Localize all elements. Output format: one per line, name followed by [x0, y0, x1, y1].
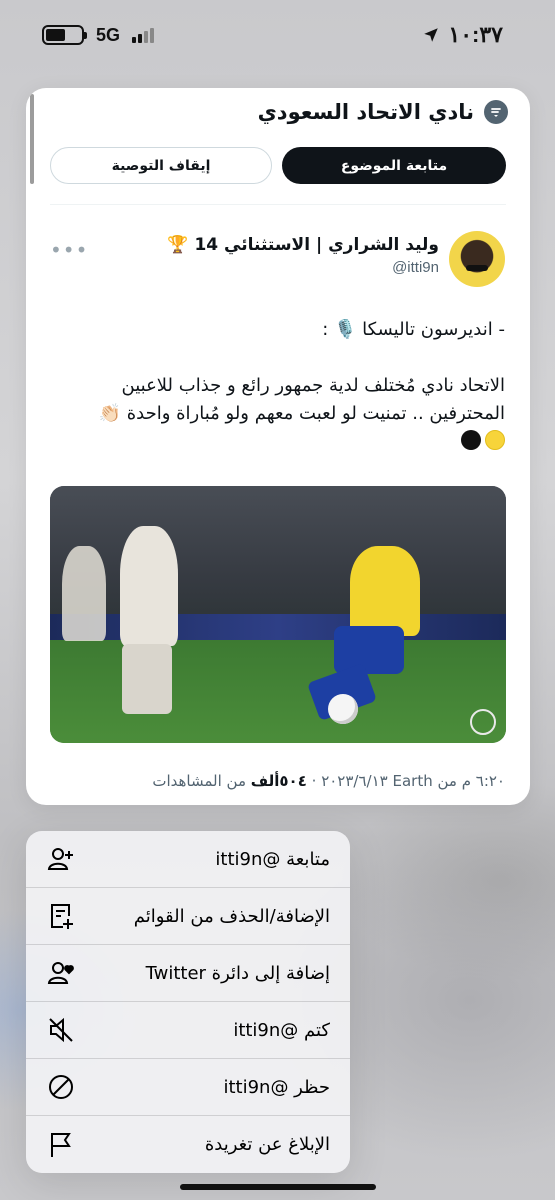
menu-label: متابعة @itti9n: [215, 848, 330, 870]
clock: ١٠:٣٧: [448, 22, 503, 47]
club-logo-icon: [470, 709, 496, 735]
menu-label: حظر @itti9n: [223, 1076, 330, 1098]
topic-actions: إيقاف التوصية متابعة الموضوع: [50, 147, 506, 184]
author-handle[interactable]: @itti9n: [167, 259, 439, 276]
tweet-line: الاتحاد نادي مُختلف لدية جمهور رائع و جذ…: [121, 375, 506, 396]
tweet-text: - انديرسون تاليسكا 🎙️ : الاتحاد نادي مُخ…: [45, 316, 505, 456]
stop-recommend-button[interactable]: إيقاف التوصية: [50, 147, 272, 184]
list-add-icon: [46, 901, 76, 931]
block-icon: [46, 1072, 76, 1102]
battery-icon: [42, 25, 87, 45]
tweet-emoji-line: [45, 428, 505, 456]
context-menu: متابعة @itti9n الإضافة/الحذف من القوائم …: [26, 831, 350, 1173]
menu-item-follow[interactable]: متابعة @itti9n: [26, 831, 350, 888]
location-arrow-icon: [424, 28, 439, 42]
tweet-line: المحترفين .. تمنيت لو لعبت معهم ولو مُبا…: [98, 403, 505, 424]
person-heart-icon: [46, 958, 76, 988]
tweet-header: وليد الشراري | الاستثنائي 14 🏆 @itti9n: [167, 231, 505, 287]
menu-item-report[interactable]: الإبلاغ عن تغريدة: [26, 1116, 350, 1173]
flag-icon: [46, 1130, 76, 1160]
menu-item-lists[interactable]: الإضافة/الحذف من القوائم: [26, 888, 350, 945]
scroll-indicator: [30, 94, 34, 184]
black-circle-icon: [461, 430, 481, 450]
yellow-circle-icon: [485, 430, 505, 450]
menu-label: إضافة إلى دائرة Twitter: [145, 962, 330, 984]
signal-icon: [132, 27, 155, 43]
home-indicator[interactable]: [180, 1184, 376, 1190]
tweet-line: - انديرسون تاليسكا 🎙️ :: [322, 319, 505, 340]
menu-item-twitter-circle[interactable]: إضافة إلى دائرة Twitter: [26, 945, 350, 1002]
views-count: ٥٠٤ألف: [250, 772, 307, 790]
menu-label: كتم @itti9n: [233, 1019, 330, 1041]
network-type: 5G: [96, 24, 121, 45]
tweet-card: نادي الاتحاد السعودي إيقاف التوصية متابع…: [26, 88, 530, 805]
more-options-icon[interactable]: •••: [50, 238, 88, 262]
mute-speaker-icon: [46, 1015, 76, 1045]
tweet-date: ٦:٢٠ م من Earth ‏٢٠٢٣/٦/١٣: [321, 772, 505, 790]
views-label: من المشاهدات: [152, 772, 246, 790]
topic-icon: [484, 100, 508, 124]
topic-header: نادي الاتحاد السعودي: [258, 100, 508, 124]
avatar[interactable]: [449, 231, 505, 287]
menu-label: الإبلاغ عن تغريدة: [204, 1134, 330, 1155]
menu-item-block[interactable]: حظر @itti9n: [26, 1059, 350, 1116]
person-plus-icon: [46, 844, 76, 874]
tweet-meta: ٦:٢٠ م من Earth ‏٢٠٢٣/٦/١٣ · ٥٠٤ألف من ا…: [152, 772, 505, 790]
menu-item-mute[interactable]: كتم @itti9n: [26, 1002, 350, 1059]
topic-title: نادي الاتحاد السعودي: [257, 100, 474, 124]
tweet-photo[interactable]: [50, 486, 506, 743]
status-bar: 5G ١٠:٣٧: [0, 0, 555, 70]
divider: [50, 204, 506, 205]
follow-topic-button[interactable]: متابعة الموضوع: [282, 147, 506, 184]
menu-label: الإضافة/الحذف من القوائم: [133, 905, 330, 927]
author-name[interactable]: وليد الشراري | الاستثنائي 14 🏆: [167, 235, 439, 255]
